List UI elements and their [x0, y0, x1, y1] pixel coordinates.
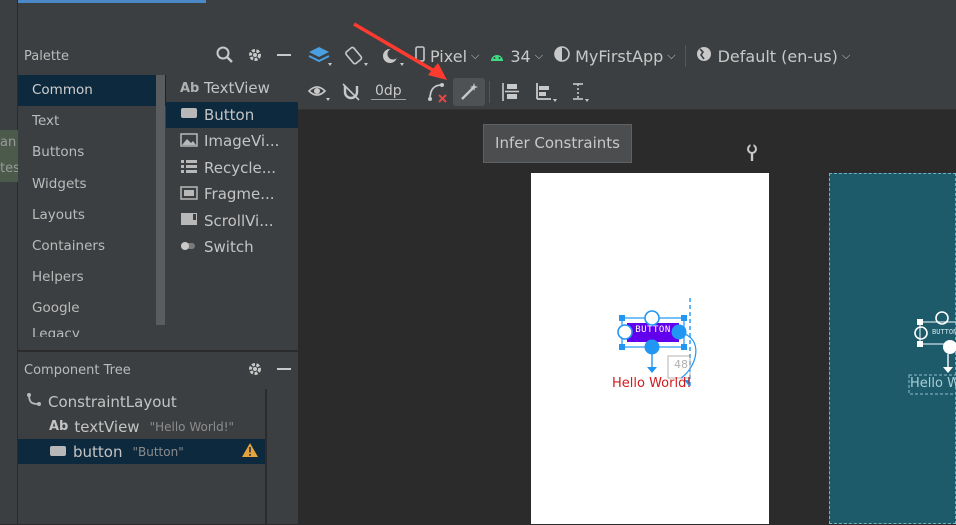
theme-icon — [553, 45, 571, 67]
tree-node-label: button — [73, 442, 123, 461]
chevron-down-icon: ⌵ — [534, 49, 544, 62]
toolbar-separator — [488, 80, 490, 103]
category-layouts[interactable]: Layouts — [18, 200, 166, 231]
theme-label: MyFirstApp — [575, 46, 664, 66]
item-label: Fragme... — [204, 185, 275, 204]
palette-panel: Palette Common Text Buttons Widgets Layo… — [18, 38, 298, 350]
theme-selector[interactable]: MyFirstApp ⌵ — [548, 42, 681, 70]
palette-item-switch[interactable]: Switch — [166, 234, 298, 261]
canvas-button[interactable]: BUTTON — [627, 325, 679, 335]
margin-label: 48 — [674, 358, 688, 371]
gear-icon[interactable] — [246, 360, 264, 382]
category-legacy[interactable]: Legacy — [18, 325, 166, 337]
palette-title: Palette — [24, 49, 70, 64]
chevron-down-icon: ⌵ — [471, 49, 480, 62]
api-label: 34 — [510, 46, 531, 66]
toolbar-separator — [684, 45, 686, 67]
category-google[interactable]: Google — [18, 293, 166, 324]
palette-categories: Common Text Buttons Widgets Layouts Cont… — [18, 75, 166, 350]
item-label: ScrollVi... — [204, 211, 274, 230]
chevron-down-icon: ⌵ — [841, 49, 851, 62]
minimize-icon[interactable] — [276, 361, 292, 381]
pack-button[interactable] — [494, 78, 528, 106]
minimize-icon[interactable] — [276, 47, 292, 67]
palette-item-button[interactable]: Button — [166, 101, 298, 128]
component-tree-title: Component Tree — [24, 363, 131, 378]
palette-item-recyclerview[interactable]: Recycle... — [166, 155, 298, 182]
locale-selector[interactable]: Default (en-us) ⌵ — [690, 42, 856, 70]
item-label: ImageVi... — [204, 132, 280, 151]
textview-icon: Ab — [180, 80, 200, 96]
layers-button[interactable] — [302, 42, 338, 70]
tree-node-constraintlayout[interactable]: ConstraintLayout — [18, 389, 298, 414]
fragment-icon — [180, 186, 198, 203]
item-label: Switch — [204, 238, 254, 257]
palette-item-fragment[interactable]: Fragme... — [166, 181, 298, 208]
category-common[interactable]: Common — [18, 75, 166, 107]
tree-node-button[interactable]: button "Button" — [18, 439, 265, 464]
globe-icon — [695, 45, 713, 67]
locale-label: Default (en-us) — [717, 46, 838, 66]
item-label: Recycle... — [204, 158, 277, 177]
button-icon — [49, 443, 67, 461]
list-icon — [180, 159, 198, 176]
category-widgets[interactable]: Widgets — [18, 169, 166, 200]
textview-icon: Ab — [49, 419, 69, 434]
search-icon[interactable] — [216, 46, 234, 68]
peek-text: an — [0, 135, 17, 150]
tree-node-text: "Hello World!" — [149, 419, 235, 434]
switch-icon — [180, 240, 198, 255]
component-tree-panel: Component Tree ConstraintLayout Ab textV… — [18, 352, 298, 524]
top-strip — [0, 0, 956, 38]
palette-item-textview[interactable]: Ab TextView — [166, 75, 298, 102]
category-helpers[interactable]: Helpers — [18, 262, 166, 293]
category-containers[interactable]: Containers — [18, 231, 166, 262]
android-icon — [489, 47, 505, 66]
left-tool-strip: an tes — [0, 0, 18, 524]
gear-icon[interactable] — [246, 46, 264, 68]
image-icon — [180, 133, 198, 150]
api-selector[interactable]: 34 ⌵ — [484, 42, 548, 70]
blueprint-button[interactable]: BUTTON — [932, 328, 956, 336]
blueprint-surface[interactable]: BUTTON Hello W — [829, 173, 956, 524]
align-button[interactable] — [528, 78, 564, 106]
view-options-button[interactable] — [302, 78, 336, 106]
item-label: TextView — [204, 79, 270, 98]
tree-node-label: textView — [74, 417, 140, 436]
palette-item-scrollview[interactable]: ScrollVi... — [166, 208, 298, 235]
button-icon — [180, 107, 198, 122]
canvas-textview[interactable]: Hello World! — [612, 376, 692, 391]
editor-peek: an tes — [0, 130, 18, 182]
guidelines-button[interactable] — [564, 78, 596, 106]
tooltip: Infer Constraints — [483, 124, 632, 163]
chevron-down-icon: ⌵ — [667, 49, 676, 62]
annotation-arrow — [353, 22, 447, 80]
design-surface[interactable]: BUTTON 48 Hello World! — [531, 173, 769, 524]
blueprint-textview[interactable]: Hello W — [910, 376, 956, 391]
scroll-icon — [180, 212, 198, 229]
item-label: Button — [204, 105, 255, 124]
palette-item-imageview[interactable]: ImageVi... — [166, 128, 298, 155]
peek-text: tes — [0, 161, 18, 176]
active-tab-indicator — [18, 0, 206, 3]
wrench-icon[interactable] — [745, 144, 759, 167]
palette-items: Ab TextView Button ImageVi... Recycle...… — [166, 75, 298, 350]
warning-icon[interactable] — [241, 442, 259, 462]
tree-node-text: "Button" — [132, 444, 184, 459]
constraintlayout-icon — [26, 392, 42, 412]
tree-node-textview[interactable]: Ab textView "Hello World!" — [18, 414, 298, 439]
categories-scrollbar[interactable] — [156, 75, 165, 325]
tree-node-label: ConstraintLayout — [48, 392, 177, 411]
category-buttons[interactable]: Buttons — [18, 137, 166, 168]
category-text[interactable]: Text — [18, 106, 166, 137]
